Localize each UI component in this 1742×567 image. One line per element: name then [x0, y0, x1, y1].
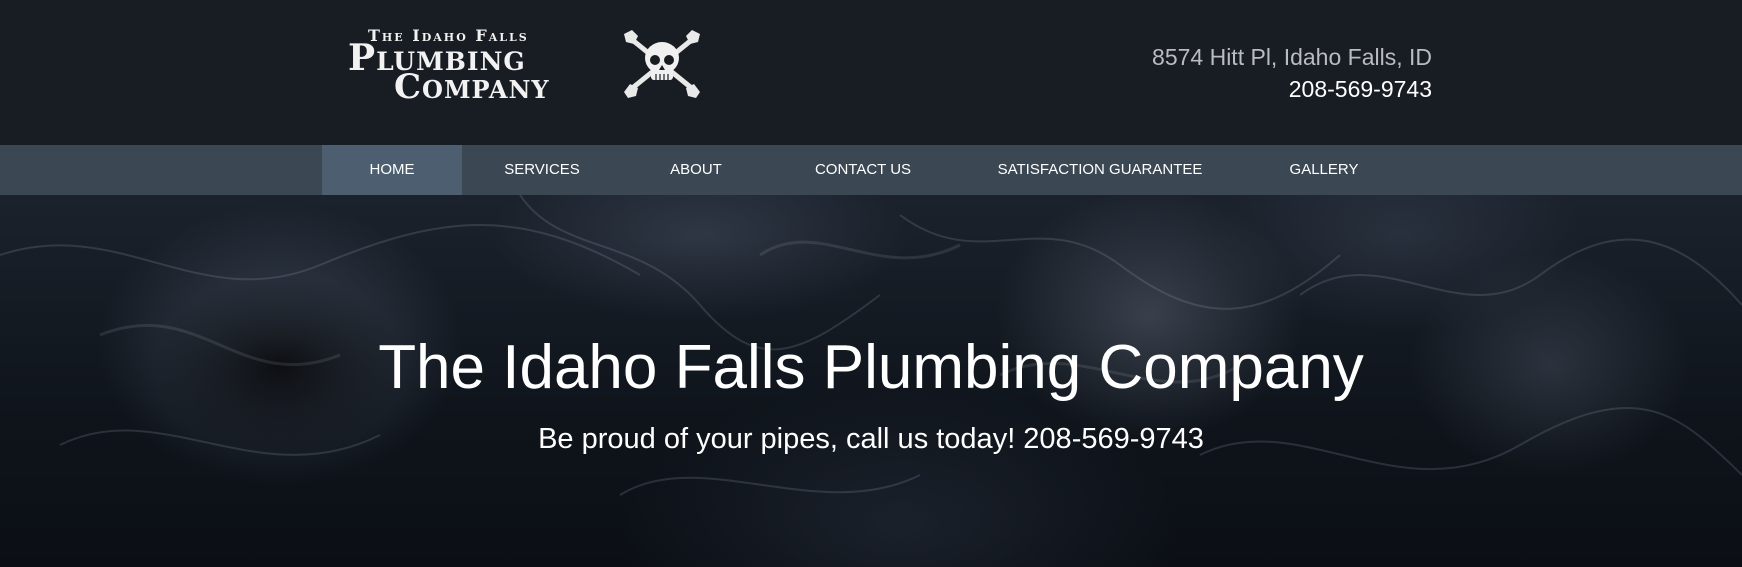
header-contact: 8574 Hitt Pl, Idaho Falls, ID 208-569-97…	[1152, 40, 1432, 104]
logo-line-3: Company	[394, 67, 550, 107]
nav-item-home[interactable]: HOME	[322, 145, 462, 195]
hero-title: The Idaho Falls Plumbing Company	[378, 333, 1364, 402]
nav-item-gallery[interactable]: GALLERY	[1244, 145, 1404, 195]
nav-item-about[interactable]: ABOUT	[622, 145, 770, 195]
nav-item-satisfaction-guarantee[interactable]: SATISFACTION GUARANTEE	[956, 145, 1244, 195]
hero-banner: The Idaho Falls Plumbing Company Be prou…	[0, 195, 1742, 567]
hero-subtitle: Be proud of your pipes, call us today! 2…	[538, 423, 1204, 455]
nav-item-services[interactable]: SERVICES	[462, 145, 622, 195]
site-header: The Idaho Falls Plumbing Company 8574 Hi…	[0, 0, 1742, 145]
nav-item-contact-us[interactable]: CONTACT US	[770, 145, 956, 195]
header-address[interactable]: 8574 Hitt Pl, Idaho Falls, ID	[1152, 40, 1432, 74]
skull-crossed-wrenches-icon	[624, 30, 700, 98]
site-logo[interactable]: The Idaho Falls Plumbing Company	[346, 26, 706, 106]
header-phone[interactable]: 208-569-9743	[1152, 74, 1432, 104]
logo-wordmark: The Idaho Falls Plumbing Company	[346, 26, 586, 106]
main-nav: HOME SERVICES ABOUT CONTACT US SATISFACT…	[0, 145, 1742, 195]
